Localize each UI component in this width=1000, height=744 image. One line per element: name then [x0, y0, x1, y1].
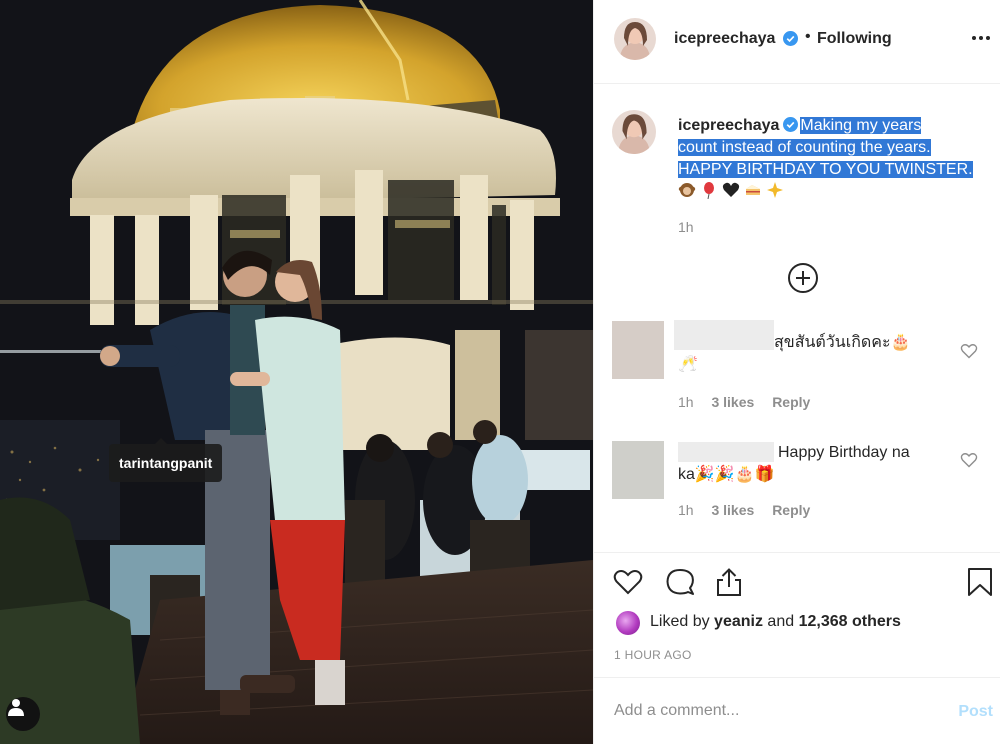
verified-badge-icon: [783, 117, 799, 132]
likes-count[interactable]: 12,368 others: [799, 613, 901, 630]
caption-time[interactable]: 1h: [678, 219, 694, 235]
comment-icon[interactable]: [664, 566, 696, 598]
plus-circle-icon: [796, 271, 810, 285]
post-caption: icepreechaya Making my years count instea…: [678, 115, 988, 181]
user-icon: [8, 699, 24, 716]
liked-by-prefix: Liked by: [650, 613, 710, 630]
liked-by-text: Liked by yeaniz and 12,368 others: [650, 613, 901, 631]
monkey-emoji: [678, 183, 696, 197]
following-button[interactable]: Following: [817, 30, 892, 48]
author-avatar[interactable]: [614, 18, 656, 60]
liker-username[interactable]: yeaniz: [714, 613, 763, 630]
verified-badge-icon: [783, 31, 798, 46]
comment-avatar[interactable]: [612, 321, 664, 379]
photo-user-tag[interactable]: tarintangpanit: [109, 438, 223, 482]
caption-text-line2: count instead of counting the years.: [678, 139, 931, 156]
post-photo[interactable]: tarintangpanit: [0, 0, 593, 744]
author-username[interactable]: icepreechaya: [674, 30, 775, 48]
posted-time[interactable]: 1 HOUR AGO: [614, 648, 692, 662]
liker-avatar[interactable]: [616, 611, 640, 635]
add-comment-input[interactable]: [614, 702, 914, 720]
comment-time[interactable]: 1h: [678, 394, 694, 410]
liked-by-joiner: and: [767, 613, 795, 630]
black-heart-emoji: [722, 182, 740, 197]
comment-reply-button[interactable]: Reply: [772, 502, 810, 518]
post-actions-bar: [594, 552, 1000, 662]
more-options-button[interactable]: [969, 30, 993, 46]
more-horizontal-icon: [972, 36, 976, 40]
comment-likes[interactable]: 3 likes: [711, 394, 754, 410]
comment-meta: 1h 3 likes Reply: [678, 394, 810, 410]
comment-username-blurred[interactable]: [674, 320, 774, 350]
rooftop-scene-image: [0, 0, 593, 744]
comment-text: Happy Birthday na: [778, 444, 910, 461]
heart-icon[interactable]: [612, 566, 644, 598]
comment-meta: 1h 3 likes Reply: [678, 502, 810, 518]
show-tags-button[interactable]: [6, 697, 40, 731]
post-details-panel: icepreechaya • Following icepreechaya Mak…: [593, 0, 1000, 744]
comment-text: สุขสันต์วันเกิดคะ🎂: [774, 334, 911, 351]
post-comment-button[interactable]: Post: [958, 703, 993, 721]
comment-time[interactable]: 1h: [678, 502, 694, 518]
caption-author-avatar[interactable]: [612, 110, 656, 154]
load-more-comments-button[interactable]: [788, 263, 818, 293]
share-icon[interactable]: [713, 566, 745, 598]
comment-avatar[interactable]: [612, 441, 664, 499]
comment-like-heart-icon[interactable]: [960, 451, 978, 469]
balloon-emoji: [704, 182, 714, 199]
comment-reply-button[interactable]: Reply: [772, 394, 810, 410]
separator-dot: •: [805, 28, 811, 45]
caption-username[interactable]: icepreechaya: [678, 117, 779, 134]
caption-emojis: [678, 181, 784, 199]
caption-text-line3: HAPPY BIRTHDAY TO YOU TWINSTER.: [678, 161, 973, 178]
caption-text-line1: Making my years: [800, 117, 922, 134]
comment-username-blurred[interactable]: [678, 442, 774, 462]
post-header: icepreechaya • Following: [594, 0, 1000, 84]
comment-text-cont: ka🎉🎉🎂🎁: [678, 466, 775, 483]
sparkle-emoji: [767, 182, 783, 198]
add-comment-bar: Post: [594, 677, 1000, 744]
cake-slice-emoji: [746, 185, 760, 195]
comment-text-cont: 🥂: [678, 356, 698, 373]
tagged-username: tarintangpanit: [119, 455, 213, 471]
comment-likes[interactable]: 3 likes: [711, 502, 754, 518]
bookmark-icon[interactable]: [964, 566, 996, 598]
comment-like-heart-icon[interactable]: [960, 342, 978, 360]
